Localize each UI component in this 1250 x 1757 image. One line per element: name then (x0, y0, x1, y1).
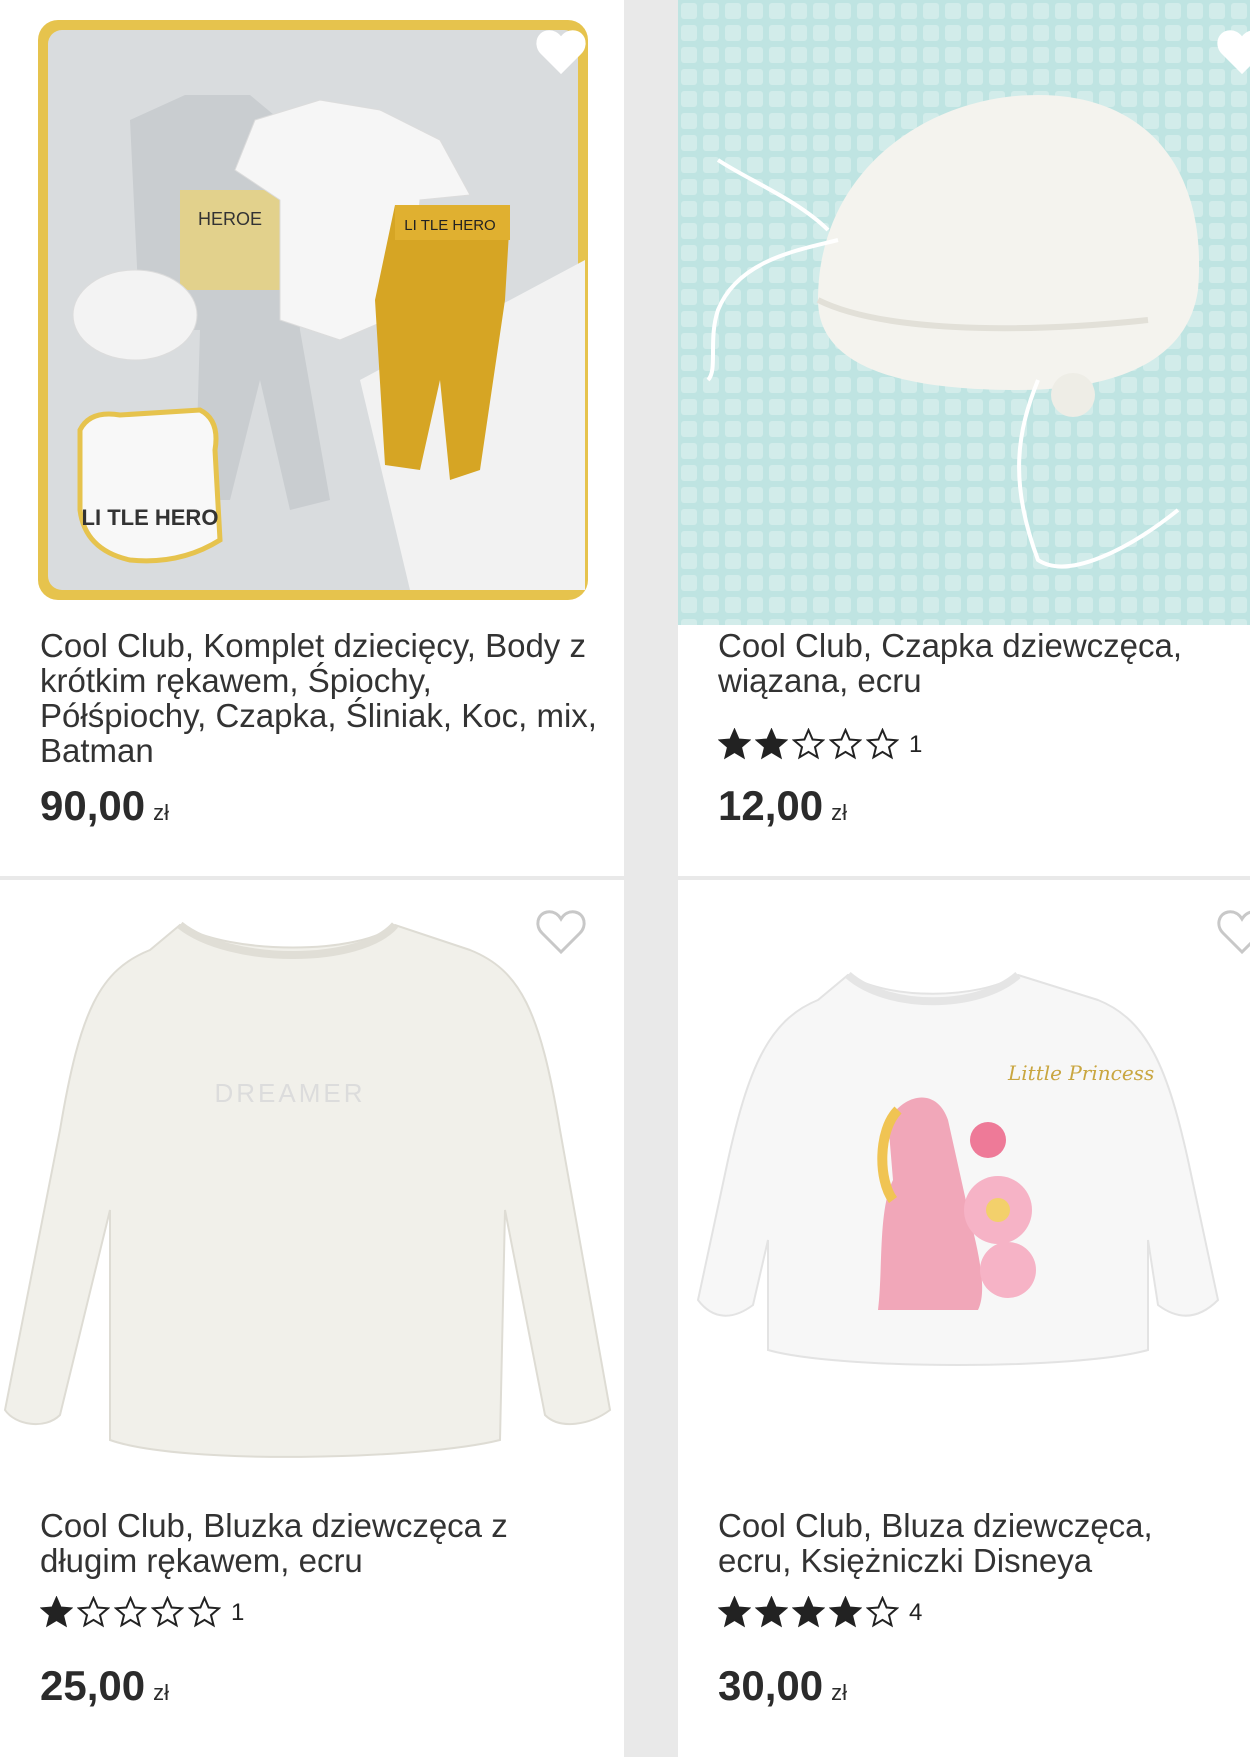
product-rating: 1 (718, 728, 922, 761)
star-outline-icon (151, 1596, 184, 1628)
price-currency: zł (831, 800, 847, 825)
product-image[interactable]: Little Princess (678, 880, 1250, 1505)
product-image[interactable]: HEROE LI TLE HERO LI TLE HERO (0, 0, 624, 625)
star-filled-icon (40, 1596, 73, 1628)
product-card[interactable]: Little Princess Cool Club, Bluza dziewcz… (678, 880, 1250, 1757)
product-title[interactable]: Cool Club, Czapka dziewczęca, wiązana, e… (718, 628, 1232, 698)
star-filled-icon (718, 728, 751, 760)
product-price: 30,00 zł (718, 1662, 847, 1710)
star-outline-icon (829, 728, 862, 760)
star-filled-icon (718, 1596, 751, 1628)
product-rating: 1 (40, 1596, 244, 1629)
favorite-heart-icon[interactable] (1216, 28, 1250, 76)
star-outline-icon (188, 1596, 221, 1628)
star-outline-icon (114, 1596, 147, 1628)
favorite-heart-icon[interactable] (535, 908, 587, 956)
price-currency: zł (153, 800, 169, 825)
bib-print-text: LI TLE HERO (82, 505, 219, 530)
product-card[interactable]: DREAMER Cool Club, Bluzka dziewczęca z d… (0, 880, 624, 1757)
product-card[interactable]: Cool Club, Czapka dziewczęca, wiązana, e… (678, 0, 1250, 876)
favorite-heart-icon[interactable] (1216, 908, 1250, 956)
product-price: 12,00 zł (718, 782, 847, 830)
product-title[interactable]: Cool Club, Bluza dziewczęca, ecru, Księż… (718, 1508, 1232, 1578)
product-title[interactable]: Cool Club, Komplet dziecięcy, Body z kró… (40, 628, 606, 768)
star-outline-icon (792, 728, 825, 760)
shirt-print-text: DREAMER (214, 1078, 365, 1108)
product-price: 25,00 zł (40, 1662, 169, 1710)
review-count: 1 (909, 730, 923, 758)
product-image[interactable] (678, 0, 1250, 625)
product-rating: 4 (718, 1596, 922, 1629)
product-image[interactable]: DREAMER (0, 880, 624, 1505)
star-filled-icon (755, 1596, 788, 1628)
overall-print-text: HEROE (198, 209, 262, 229)
product-price: 90,00 zł (40, 782, 169, 830)
product-title[interactable]: Cool Club, Bluzka dziewczęca z długim rę… (40, 1508, 606, 1578)
pants-print-text: LI TLE HERO (404, 217, 495, 234)
price-currency: zł (831, 1680, 847, 1705)
price-value: 12,00 (718, 782, 824, 829)
review-count: 1 (231, 1598, 245, 1626)
favorite-heart-icon[interactable] (535, 28, 587, 76)
star-outline-icon (866, 728, 899, 760)
price-value: 90,00 (40, 782, 146, 829)
price-currency: zł (153, 1680, 169, 1705)
star-outline-icon (866, 1596, 899, 1628)
price-value: 30,00 (718, 1662, 824, 1709)
star-filled-icon (755, 728, 788, 760)
star-filled-icon (792, 1596, 825, 1628)
product-card[interactable]: HEROE LI TLE HERO LI TLE HERO Cool Club,… (0, 0, 624, 876)
price-value: 25,00 (40, 1662, 146, 1709)
sweatshirt-print-text: Little Princess (1007, 1061, 1154, 1085)
review-count: 4 (909, 1598, 923, 1626)
star-outline-icon (77, 1596, 110, 1628)
star-filled-icon (829, 1596, 862, 1628)
